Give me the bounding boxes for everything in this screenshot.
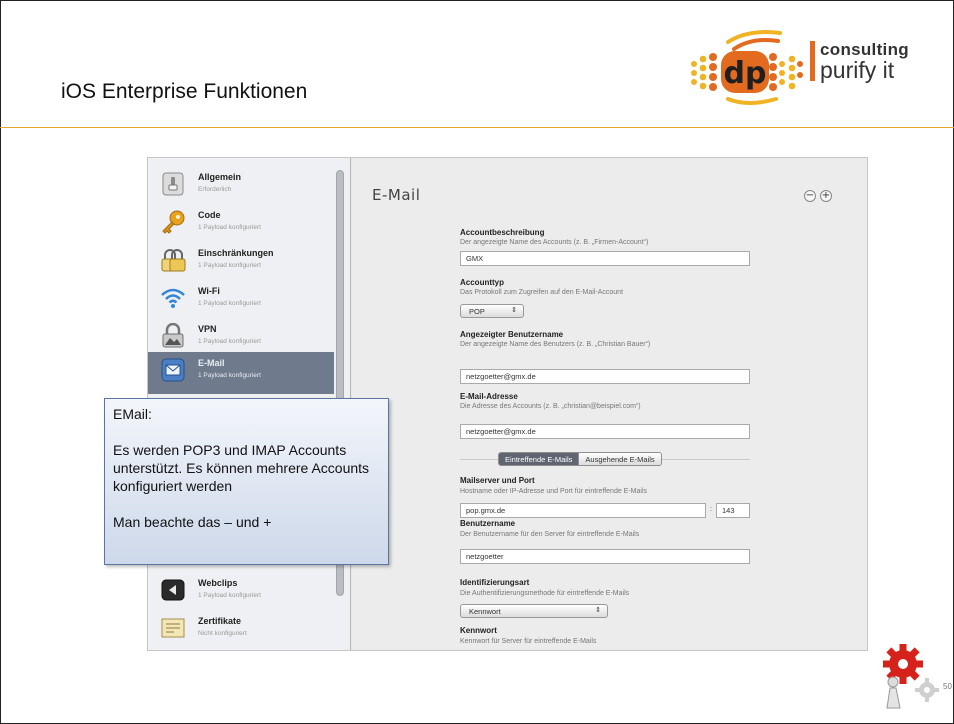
sidebar-item-label: Zertifikate	[198, 616, 242, 626]
certificate-icon	[160, 615, 186, 641]
mailserver-hint: Hostname oder IP-Adresse und Port für ei…	[460, 488, 648, 495]
sidebar-item-label: Code	[198, 210, 221, 220]
auth-type-select[interactable]: Kennwort ⇕	[460, 604, 608, 618]
add-payload-button[interactable]: +	[820, 190, 832, 202]
sidebar-item-label: VPN	[198, 324, 217, 334]
username-hint: Der Benutzername für den Server für eint…	[460, 531, 640, 538]
logo-divider-bar	[810, 41, 815, 81]
sidebar-item-status: 1 Payload konfiguriert	[198, 300, 261, 307]
password-hint: Kennwort für Server für eintreffende E-M…	[460, 638, 597, 645]
display-username-label: Angezeigter Benutzername	[460, 330, 564, 339]
webclip-icon	[160, 577, 186, 603]
sidebar-item-status: Nicht konfiguriert	[198, 630, 247, 637]
tab-outgoing-mail[interactable]: Ausgehende E-Mails	[578, 453, 661, 465]
gears-figure-icon	[883, 644, 939, 709]
username-input[interactable]: netzgoetter	[460, 549, 750, 564]
callout-heading: EMail:	[113, 406, 152, 422]
sidebar-item-status: Erforderlich	[198, 186, 232, 193]
restrictions-icon	[160, 247, 186, 273]
account-description-label: Accountbeschreibung	[460, 228, 545, 237]
select-arrows-icon: ⇕	[595, 607, 601, 614]
pane-title: E-Mail	[372, 186, 421, 204]
password-label: Kennwort	[460, 626, 497, 635]
remove-payload-button[interactable]: −	[804, 190, 816, 202]
sidebar-item-status: 1 Payload konfiguriert	[198, 224, 261, 231]
sidebar-item-status: 1 Payload konfiguriert	[198, 338, 261, 345]
wifi-icon	[160, 285, 186, 311]
sidebar-item-allgemein[interactable]: Allgemein Erforderlich	[156, 166, 332, 206]
sidebar-item-email[interactable]: E-Mail 1 Payload konfiguriert	[148, 352, 334, 394]
sidebar-item-einschraenkungen[interactable]: Einschränkungen 1 Payload konfiguriert	[156, 242, 332, 282]
logo-text-purify: purify it	[820, 57, 895, 83]
sidebar-item-label: Allgemein	[198, 172, 242, 182]
display-username-input[interactable]: netzgoetter@gmx.de	[460, 369, 750, 384]
svg-text:dp: dp	[724, 56, 767, 91]
sidebar-item-status: 1 Payload konfiguriert	[198, 262, 261, 269]
auth-type-hint: Die Authentifizierungsmethode für eintre…	[460, 590, 630, 597]
company-logo: dp consulting purify it	[688, 27, 928, 107]
sidebar-item-label: Wi-Fi	[198, 286, 220, 296]
mail-direction-segmented-control[interactable]: Eintreffende E-Mails Ausgehende E-Mails	[498, 452, 662, 466]
account-type-hint: Das Protokoll zum Zugreifen auf den E-Ma…	[460, 289, 624, 296]
mail-icon	[160, 357, 186, 383]
sidebar-item-label: Webclips	[198, 578, 238, 588]
mailserver-label: Mailserver und Port	[460, 476, 535, 485]
email-address-input[interactable]: netzgoetter@gmx.de	[460, 424, 750, 439]
tab-incoming-mail[interactable]: Eintreffende E-Mails	[499, 453, 579, 465]
sidebar-item-label: E-Mail	[198, 358, 225, 368]
sidebar-item-zertifikate[interactable]: Zertifikate Nicht konfiguriert	[156, 610, 332, 650]
mailserver-port-input[interactable]: 143	[716, 503, 750, 518]
sidebar-item-status: 1 Payload konfiguriert	[198, 592, 261, 599]
account-type-select[interactable]: POP ⇕	[460, 304, 524, 318]
username-label: Benutzername	[460, 519, 516, 528]
email-payload-pane: E-Mail − + Accountbeschreibung Der angez…	[352, 158, 867, 650]
auth-type-value: Kennwort	[469, 607, 501, 616]
title-divider	[0, 127, 954, 128]
email-address-hint: Die Adresse des Accounts (z. B. „christi…	[460, 403, 641, 410]
mailserver-host-input[interactable]: pop.gmx.de	[460, 503, 706, 518]
switch-icon	[160, 171, 186, 197]
key-icon	[160, 209, 186, 235]
account-type-value: POP	[469, 307, 485, 316]
port-separator: :	[710, 506, 712, 513]
email-address-label: E-Mail-Adresse	[460, 392, 518, 401]
account-type-label: Accounttyp	[460, 278, 504, 287]
email-callout-box: EMail: Es werden POP3 und IMAP Accounts …	[104, 398, 389, 565]
slide-title: iOS Enterprise Funktionen	[61, 80, 308, 103]
sidebar-item-status: 1 Payload konfiguriert	[198, 372, 261, 379]
page-number: 50	[943, 682, 952, 691]
callout-paragraph-2: Man beachte das – und +	[113, 514, 272, 530]
sidebar-item-webclips[interactable]: Webclips 1 Payload konfiguriert	[156, 572, 332, 612]
callout-paragraph-1: Es werden POP3 und IMAP Accounts unterst…	[113, 442, 370, 494]
sidebar-item-code[interactable]: Code 1 Payload konfiguriert	[156, 204, 332, 244]
dp-dots-logo-icon: dp	[691, 30, 803, 105]
auth-type-label: Identifizierungsart	[460, 578, 530, 587]
sidebar-item-label: Einschränkungen	[198, 248, 274, 258]
sidebar-item-wifi[interactable]: Wi-Fi 1 Payload konfiguriert	[156, 280, 332, 320]
select-arrows-icon: ⇕	[511, 307, 517, 314]
display-username-hint: Der angezeigte Name des Benutzers (z. B.…	[460, 341, 651, 348]
vpn-lock-icon	[160, 322, 186, 349]
account-description-hint: Der angezeigte Name des Accounts (z. B. …	[460, 239, 649, 246]
account-description-input[interactable]: GMX	[460, 251, 750, 266]
